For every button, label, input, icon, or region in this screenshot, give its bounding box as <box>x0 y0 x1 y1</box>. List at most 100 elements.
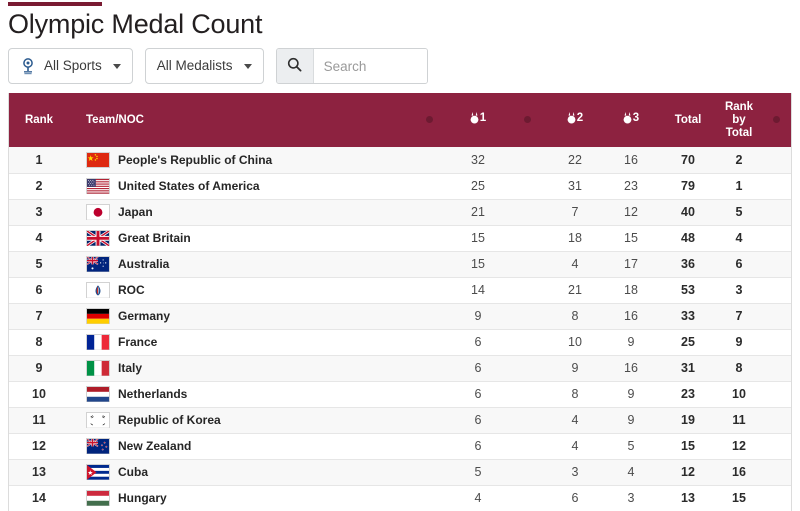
table-head: Rank Team/NOC 1 2 3 Total Rank by Total <box>9 93 791 147</box>
cell-silver: 31 <box>547 172 603 199</box>
table-row[interactable]: 8 France 6 10 9 25 9 <box>9 328 791 355</box>
chevron-down-icon <box>243 63 252 69</box>
cell-total: 13 <box>659 484 717 511</box>
column-header-rank[interactable]: Rank <box>9 93 69 147</box>
table-row[interactable]: 10 Netherlands 6 8 9 23 10 <box>9 380 791 407</box>
cell-rank-by-total: 8 <box>717 354 761 381</box>
cell-spacer <box>409 302 449 329</box>
sports-filter-dropdown[interactable]: All Sports <box>8 48 133 84</box>
team-name-label: Japan <box>118 205 153 219</box>
cell-silver: 3 <box>547 458 603 485</box>
cell-rank-by-total: 3 <box>717 276 761 303</box>
cell-team: Australia <box>69 250 409 277</box>
table-row[interactable]: 11 Republic of Korea 6 4 9 19 11 <box>9 406 791 433</box>
cell-spacer <box>507 380 547 407</box>
cell-rank-by-total: 10 <box>717 380 761 407</box>
cell-rank: 10 <box>9 380 69 407</box>
team-name-label: ROC <box>118 283 145 297</box>
cell-bronze: 16 <box>624 152 638 167</box>
column-header-team[interactable]: Team/NOC <box>69 93 409 147</box>
cell-rank: 8 <box>9 328 69 355</box>
column-header-gold[interactable]: 1 <box>449 93 507 147</box>
table-row[interactable]: 3 Japan 21 7 12 40 5 <box>9 198 791 225</box>
team-name-label: Australia <box>118 257 170 271</box>
cell-silver: 7 <box>547 198 603 225</box>
flag-icon <box>86 386 110 402</box>
table-row[interactable]: 4 Great Britain 15 18 15 48 4 <box>9 224 791 251</box>
cell-bronze: 9 <box>603 380 659 407</box>
cell-total: 53 <box>659 276 717 303</box>
column-header-rank-by-total[interactable]: Rank by Total <box>717 93 761 147</box>
cell-gold: 6 <box>449 380 507 407</box>
cell-silver: 22 <box>568 152 582 167</box>
column-header-bronze[interactable]: 3 <box>603 93 659 147</box>
flag-icon <box>86 282 110 298</box>
table-row[interactable]: 2 United States of America 25 31 23 79 1 <box>9 172 791 199</box>
table-body: 1 People's Republic of China 32 22 16 70 2 2 Uni… <box>9 147 791 511</box>
cell-rank-by-total: 16 <box>717 458 761 485</box>
cell-gold: 4 <box>449 484 507 511</box>
table-row[interactable]: 5 Australia 15 4 17 36 6 <box>9 250 791 277</box>
cell-total: 40 <box>659 198 717 225</box>
team-name-label: United States of America <box>118 179 260 193</box>
cell-spacer <box>507 354 547 381</box>
cell-rank: 6 <box>9 276 69 303</box>
team-name-label: France <box>118 335 158 349</box>
sort-control-gold[interactable] <box>409 93 449 147</box>
cell-spacer <box>761 224 791 251</box>
search-input[interactable] <box>313 49 427 83</box>
cell-spacer <box>409 406 449 433</box>
cell-silver: 4 <box>547 406 603 433</box>
rank-by-total-line2: by <box>732 113 746 126</box>
column-header-total[interactable]: Total <box>659 93 717 147</box>
cell-rank-by-total: 7 <box>717 302 761 329</box>
silver-medal-icon <box>567 112 576 124</box>
gold-count-label: 1 <box>479 111 487 124</box>
table-row[interactable]: 14 Hungary 4 6 3 13 15 <box>9 484 791 511</box>
cell-team: Netherlands <box>69 380 409 407</box>
cell-gold: 9 <box>449 302 507 329</box>
cell-spacer <box>409 328 449 355</box>
cell-silver: 18 <box>547 224 603 251</box>
cell-gold: 25 <box>449 172 507 199</box>
cell-spacer <box>507 328 547 355</box>
cell-rank-by-total: 12 <box>717 432 761 459</box>
table-row[interactable]: 1 People's Republic of China 32 22 16 70 2 <box>9 147 791 173</box>
cell-spacer <box>507 302 547 329</box>
rank-by-total-line3: Total <box>725 126 753 139</box>
table-row[interactable]: 12 New Zealand 6 4 5 15 12 <box>9 432 791 459</box>
sort-control-silver[interactable] <box>507 93 547 147</box>
cell-spacer <box>761 354 791 381</box>
cell-spacer <box>507 484 547 511</box>
cell-silver: 8 <box>547 380 603 407</box>
search-button[interactable] <box>276 49 314 83</box>
cell-spacer <box>409 484 449 511</box>
table-row[interactable]: 13 Cuba 5 3 4 12 16 <box>9 458 791 485</box>
cell-gold: 15 <box>449 250 507 277</box>
top-accent-bar <box>8 2 102 6</box>
cell-team: New Zealand <box>69 432 409 459</box>
cell-rank: 13 <box>9 458 69 485</box>
cell-spacer <box>761 328 791 355</box>
sort-control-rank-by-total[interactable] <box>761 93 791 147</box>
cell-silver: 10 <box>547 328 603 355</box>
medalists-filter-dropdown[interactable]: All Medalists <box>144 48 264 84</box>
cell-rank: 5 <box>9 250 69 277</box>
cell-team: ROC <box>69 276 409 303</box>
cell-spacer <box>761 198 791 225</box>
table-row[interactable]: 6 ROC 14 21 18 53 3 <box>9 276 791 303</box>
table-row[interactable]: 9 Italy 6 9 16 31 8 <box>9 354 791 381</box>
cell-silver: 6 <box>547 484 603 511</box>
cell-bronze: 5 <box>603 432 659 459</box>
team-name-label: Hungary <box>118 491 167 506</box>
bronze-count-label: 3 <box>632 111 640 124</box>
cell-total: 19 <box>659 406 717 433</box>
cell-spacer <box>409 224 449 251</box>
table-row[interactable]: 7 Germany 9 8 16 33 7 <box>9 302 791 329</box>
cell-bronze: 16 <box>603 302 659 329</box>
cell-total: 15 <box>659 432 717 459</box>
cell-spacer <box>507 172 547 199</box>
column-header-silver[interactable]: 2 <box>547 93 603 147</box>
cell-rank: 4 <box>9 224 69 251</box>
olympic-torch-icon <box>20 57 36 75</box>
